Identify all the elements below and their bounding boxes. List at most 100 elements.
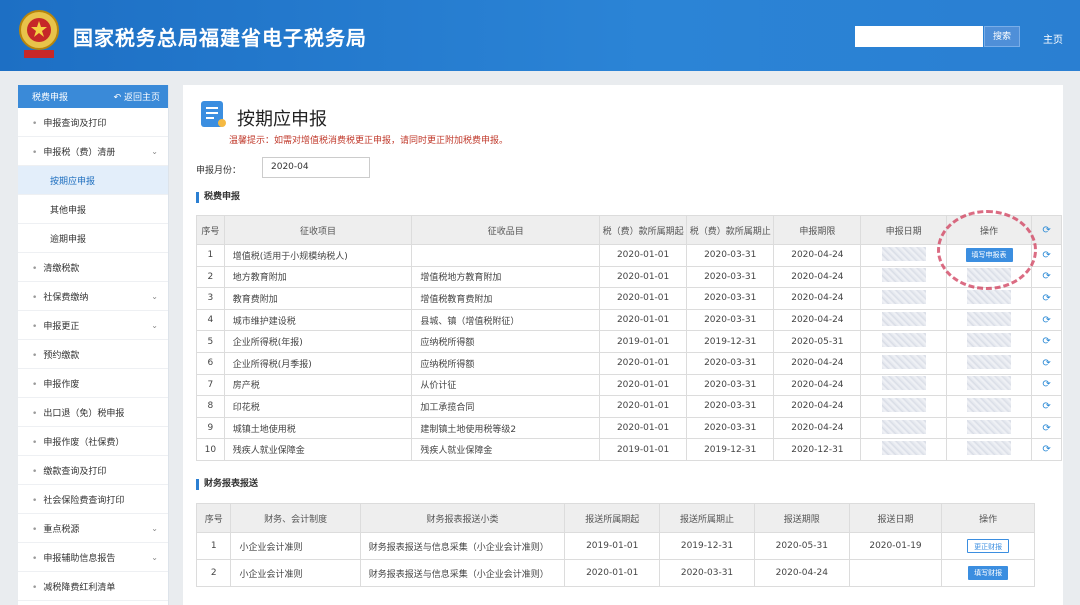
sidebar-item[interactable]: • 清缴税款 [18, 253, 168, 282]
column-header: 报送日期 [848, 503, 943, 533]
blurred-content [881, 289, 926, 304]
bullet-icon: • [32, 292, 38, 303]
refresh-cell[interactable]: ⟳ [1031, 287, 1062, 310]
table-cell: 2020-04-24 [773, 265, 862, 289]
refresh-icon[interactable]: ⟳ [1042, 444, 1050, 455]
refresh-icon: ⟳ [1042, 224, 1051, 236]
sidebar-item-label: 按期应申报 [50, 176, 96, 187]
sidebar-item[interactable]: • 申报查询及打印 [18, 108, 168, 137]
table-cell: 2020-03-31 [686, 395, 775, 418]
search-input[interactable] [855, 26, 983, 47]
sidebar-item[interactable]: • 申报作废 [18, 369, 168, 398]
sidebar-item[interactable]: • 社保费缴纳 ⌄ [18, 282, 168, 311]
refresh-cell[interactable]: ⟳ [1031, 416, 1062, 440]
refresh-icon[interactable]: ⟳ [1042, 315, 1050, 326]
refresh-icon[interactable]: ⟳ [1042, 271, 1050, 282]
table-cell: 2020-01-01 [599, 265, 688, 289]
blurred-content [967, 397, 1012, 412]
bullet-icon: • [32, 379, 38, 390]
bullet-icon: • [32, 263, 38, 274]
table-cell: 2020-01-01 [564, 559, 661, 587]
table-cell: 1 [195, 532, 232, 560]
sidebar-item-label: 社会保险费查询打印 [43, 495, 125, 506]
table-cell: 2020-01-01 [599, 308, 688, 332]
refresh-icon[interactable]: ⟳ [1042, 293, 1050, 304]
bullet-icon: • [32, 147, 38, 158]
blurred-content [881, 246, 926, 261]
sidebar-item[interactable]: • 重点税源 ⌄ [18, 514, 168, 543]
table-cell: 应纳税所得额 [411, 351, 601, 375]
sidebar-item[interactable]: 其他申报 [18, 195, 168, 224]
refresh-cell[interactable]: ⟳ [1031, 265, 1062, 289]
sidebar-item[interactable]: • 社会保险费查询打印 [18, 485, 168, 514]
table-cell: 2020-01-19 [848, 532, 943, 560]
bullet-icon: • [32, 582, 38, 593]
table-row: 2 小企业会计准则 财务报表报送与信息采集（小企业会计准则） 2020-01-01 20… [195, 559, 1035, 587]
search-button[interactable]: 搜索 [984, 26, 1020, 47]
sidebar-item-label: 申报税（费）清册 [43, 147, 116, 158]
column-header: 财务、会计制度 [230, 503, 361, 533]
refresh-cell[interactable]: ⟳ [1031, 308, 1062, 332]
action-cell: 更正财报 [941, 532, 1035, 560]
refresh-icon[interactable]: ⟳ [1042, 250, 1050, 261]
refresh-icon[interactable]: ⟳ [1042, 379, 1050, 390]
blurred-content [881, 333, 926, 348]
sidebar-item[interactable]: 逾期申报 [18, 224, 168, 253]
blurred-content [881, 354, 926, 369]
bullet-icon: • [32, 321, 38, 332]
table-cell: 印花税 [223, 395, 413, 418]
action-cell [945, 330, 1033, 353]
refresh-icon[interactable]: ⟳ [1042, 336, 1050, 347]
document-icon [201, 101, 226, 127]
refresh-cell[interactable]: ⟳ [1031, 330, 1062, 353]
home-link[interactable]: 主页 [1043, 31, 1063, 46]
page-title: 按期应申报 [237, 109, 327, 130]
sidebar-item[interactable]: • 缴款查询及打印 [18, 456, 168, 485]
sidebar-item-label: 其他申报 [50, 205, 87, 216]
refresh-header[interactable]: ⟳ [1031, 215, 1062, 245]
table-row: 8 印花税 加工承揽合同 2020-01-01 2020-03-31 2020-04-24… [196, 395, 1062, 418]
sidebar-item[interactable]: • 减税降费红利清单 [18, 572, 168, 601]
sidebar-item[interactable]: • 出口退（免）税申报 [18, 398, 168, 427]
sidebar-item[interactable]: • 申报税（费）清册 ⌄ [18, 137, 168, 166]
sidebar-item[interactable]: • 申报辅助信息报告 ⌄ [18, 543, 168, 572]
declare-date-cell [860, 416, 947, 440]
blurred-content [881, 268, 926, 283]
fill-report-button[interactable]: 填写财报 [968, 566, 1009, 580]
column-header: 报送所属期止 [659, 503, 755, 533]
sidebar-item-label: 申报作废（社保费） [43, 437, 125, 448]
table-cell: 增值税教育费附加 [411, 287, 601, 310]
sidebar-item[interactable]: • 预约缴款 [18, 340, 168, 369]
table-cell: 2020-12-31 [773, 438, 862, 461]
sidebar-item-label: 缴款查询及打印 [43, 466, 107, 477]
refresh-icon[interactable]: ⟳ [1042, 358, 1050, 369]
refresh-cell[interactable]: ⟳ [1031, 438, 1062, 461]
back-home-link[interactable]: ↶ 返回主页 [114, 90, 160, 103]
declare-date-cell [860, 395, 947, 418]
table-cell: 2020-04-24 [773, 373, 862, 397]
correct-report-button[interactable]: 更正财报 [967, 539, 1010, 553]
table-cell: 1 [196, 244, 225, 267]
chevron-down-icon: ⌄ [151, 552, 158, 562]
table-cell: 加工承揽合同 [411, 395, 601, 418]
action-cell [945, 416, 1033, 440]
declare-date-cell [860, 244, 947, 267]
table-cell: 2019-12-31 [659, 532, 755, 560]
table-cell: 城市维护建设税 [223, 308, 413, 332]
sidebar-item-label: 申报辅助信息报告 [43, 553, 116, 564]
sidebar-item[interactable]: 按期应申报 [18, 166, 168, 195]
declare-month-input[interactable]: 2020-04 [262, 157, 370, 178]
declare-date-cell [860, 438, 947, 461]
table-cell: 增值税地方教育附加 [411, 265, 601, 289]
refresh-cell[interactable]: ⟳ [1031, 395, 1062, 418]
refresh-cell[interactable]: ⟳ [1031, 351, 1062, 375]
bullet-icon: • [32, 118, 38, 129]
refresh-icon[interactable]: ⟳ [1042, 401, 1050, 412]
table-cell: 3 [196, 287, 225, 310]
refresh-icon[interactable]: ⟳ [1042, 423, 1050, 434]
sidebar-item[interactable]: • 申报更正 ⌄ [18, 311, 168, 340]
table-row: 2 地方教育附加 增值税地方教育附加 2020-01-01 2020-03-31 2020… [196, 265, 1062, 289]
refresh-cell[interactable]: ⟳ [1031, 373, 1062, 397]
sidebar-item[interactable]: • 申报作废（社保费） [18, 427, 168, 456]
bullet-icon: • [32, 495, 38, 506]
